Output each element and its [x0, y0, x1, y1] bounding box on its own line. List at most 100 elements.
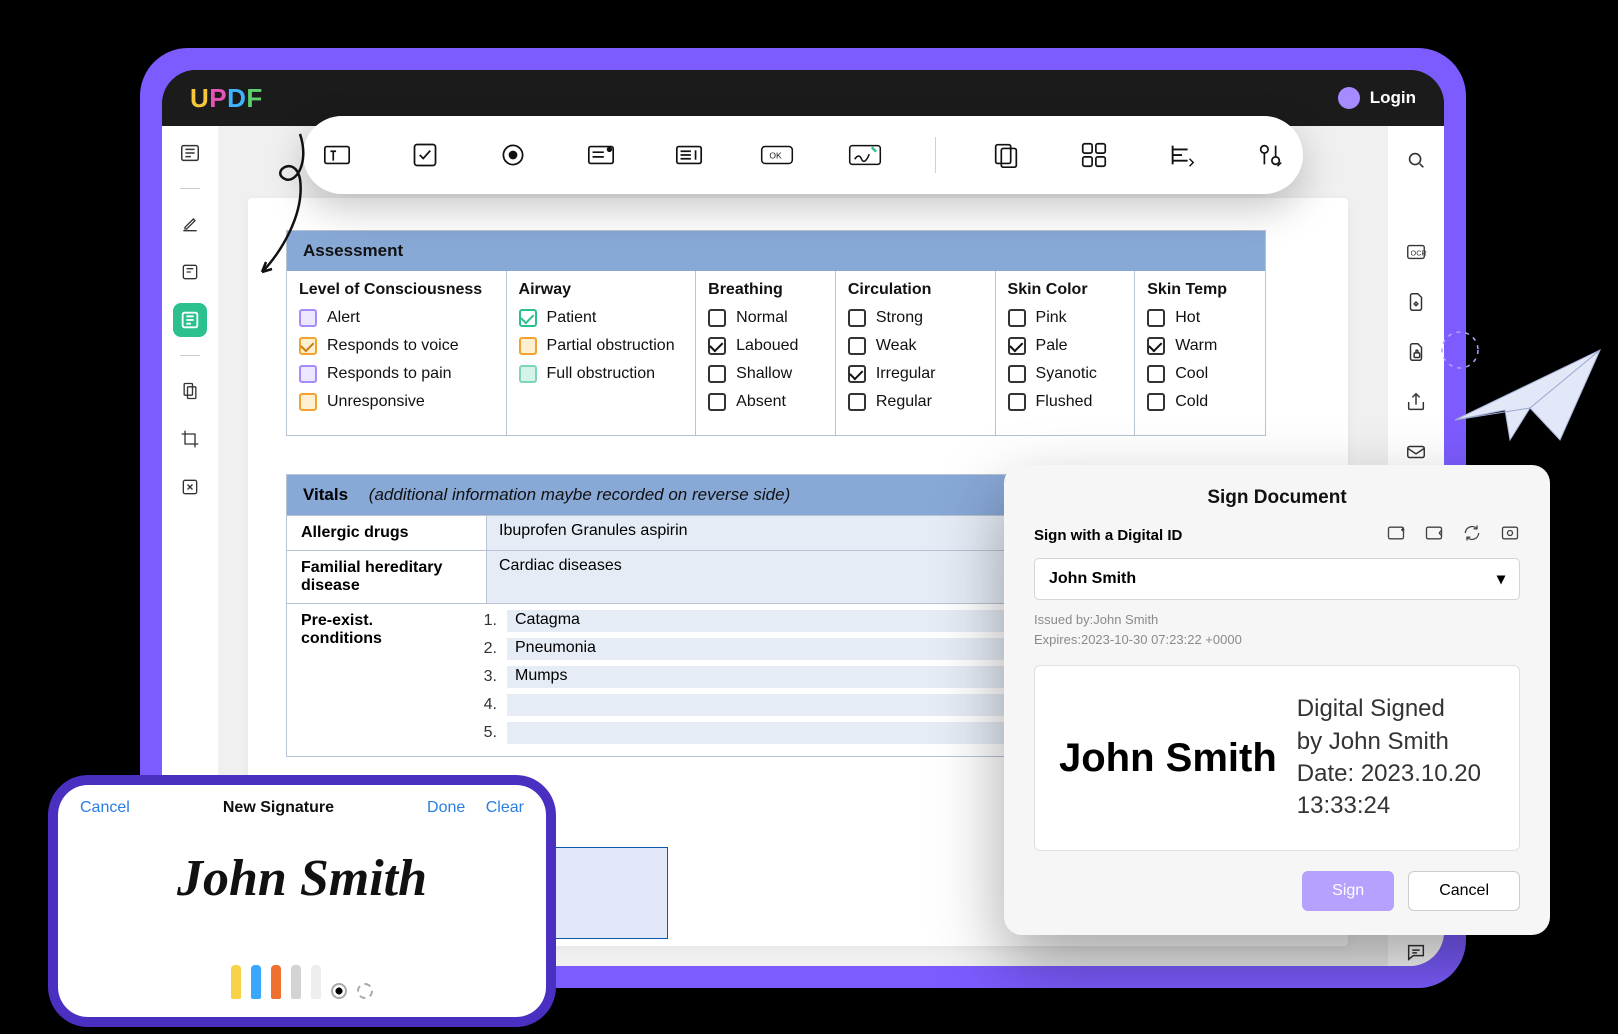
- checkbox-option[interactable]: Pink: [1008, 309, 1123, 327]
- checkbox-icon[interactable]: [1008, 337, 1026, 355]
- grid-icon[interactable]: [1076, 137, 1112, 173]
- option-label: Responds to pain: [327, 365, 452, 383]
- preview-icon[interactable]: [1500, 523, 1520, 548]
- convert-icon[interactable]: [173, 470, 207, 504]
- new-id-icon[interactable]: [1386, 523, 1406, 548]
- checkbox-option[interactable]: Cool: [1147, 365, 1253, 383]
- login-button[interactable]: Login: [1338, 87, 1416, 109]
- checkbox-option[interactable]: Strong: [848, 309, 983, 327]
- duplicate-icon[interactable]: [988, 137, 1024, 173]
- button-icon[interactable]: OK: [759, 137, 795, 173]
- checkbox-icon[interactable]: [519, 337, 537, 355]
- checkbox-icon[interactable]: [708, 337, 726, 355]
- organize-icon[interactable]: [173, 374, 207, 408]
- annotate-icon[interactable]: [173, 255, 207, 289]
- cancel-button[interactable]: Cancel: [80, 799, 130, 817]
- mobile-pen-toolbar: [58, 965, 546, 999]
- checkbox-icon[interactable]: [848, 393, 866, 411]
- color-swatch-icon[interactable]: [331, 983, 347, 999]
- vitals-row-label: Allergic drugs: [287, 516, 487, 550]
- checkbox-option[interactable]: Regular: [848, 393, 983, 411]
- checkbox-option[interactable]: Unresponsive: [299, 393, 494, 411]
- checkbox-option[interactable]: Weak: [848, 337, 983, 355]
- option-label: Unresponsive: [327, 393, 425, 411]
- checkbox-option[interactable]: Patient: [519, 309, 684, 327]
- checkbox-icon[interactable]: [299, 309, 317, 327]
- checkbox-icon[interactable]: [848, 337, 866, 355]
- checkbox-option[interactable]: Partial obstruction: [519, 337, 684, 355]
- chevron-down-icon: ▾: [1497, 569, 1505, 589]
- checkbox-icon[interactable]: [299, 337, 317, 355]
- lock-icon[interactable]: [1402, 338, 1430, 366]
- mail-icon[interactable]: [1402, 438, 1430, 466]
- share-icon[interactable]: [1402, 388, 1430, 416]
- search-icon[interactable]: [1402, 146, 1430, 174]
- checkbox-icon[interactable]: [407, 137, 443, 173]
- checkbox-icon[interactable]: [708, 393, 726, 411]
- checkbox-option[interactable]: Cold: [1147, 393, 1253, 411]
- checkbox-option[interactable]: Pale: [1008, 337, 1123, 355]
- digital-id-select[interactable]: John Smith ▾: [1034, 558, 1520, 600]
- checkbox-option[interactable]: Flushed: [1008, 393, 1123, 411]
- checkbox-option[interactable]: Alert: [299, 309, 494, 327]
- checkbox-option[interactable]: Full obstruction: [519, 365, 684, 383]
- checkbox-icon[interactable]: [1008, 309, 1026, 327]
- listbox-icon[interactable]: [671, 137, 707, 173]
- tools-icon[interactable]: [1252, 137, 1288, 173]
- checkbox-option[interactable]: Absent: [708, 393, 823, 411]
- pen-orange-icon[interactable]: [271, 965, 281, 999]
- crop-icon[interactable]: [173, 422, 207, 456]
- checkbox-icon[interactable]: [848, 365, 866, 383]
- chat-icon[interactable]: [1402, 938, 1430, 966]
- align-icon[interactable]: [1164, 137, 1200, 173]
- pen-blue-icon[interactable]: [251, 965, 261, 999]
- refresh-icon[interactable]: [1462, 523, 1482, 548]
- checkbox-option[interactable]: Warm: [1147, 337, 1253, 355]
- checkbox-icon[interactable]: [519, 309, 537, 327]
- signature-icon[interactable]: [847, 137, 883, 173]
- checkbox-icon[interactable]: [1147, 337, 1165, 355]
- sign-document-dialog: Sign Document Sign with a Digital ID Joh…: [1004, 465, 1550, 935]
- ocr-icon[interactable]: OCR: [1402, 238, 1430, 266]
- pen-gray-icon[interactable]: [291, 965, 301, 999]
- form-icon[interactable]: [173, 303, 207, 337]
- radio-icon[interactable]: [495, 137, 531, 173]
- checkbox-icon[interactable]: [1147, 365, 1165, 383]
- checkbox-icon[interactable]: [1008, 393, 1026, 411]
- checkbox-option[interactable]: Normal: [708, 309, 823, 327]
- add-color-icon[interactable]: [357, 983, 373, 999]
- import-id-icon[interactable]: [1424, 523, 1444, 548]
- checkbox-icon[interactable]: [1147, 309, 1165, 327]
- pen-yellow-icon[interactable]: [231, 965, 241, 999]
- checkbox-icon[interactable]: [519, 365, 537, 383]
- sign-button[interactable]: Sign: [1302, 871, 1394, 911]
- checkbox-option[interactable]: Hot: [1147, 309, 1253, 327]
- checkbox-icon[interactable]: [848, 309, 866, 327]
- option-label: Pink: [1036, 309, 1067, 327]
- cancel-button[interactable]: Cancel: [1408, 871, 1520, 911]
- edit-icon[interactable]: [173, 207, 207, 241]
- paper-plane-icon: [1440, 330, 1610, 460]
- checkbox-icon[interactable]: [708, 365, 726, 383]
- checkbox-option[interactable]: Shallow: [708, 365, 823, 383]
- clear-button[interactable]: Clear: [486, 799, 524, 816]
- checkbox-option[interactable]: Laboued: [708, 337, 823, 355]
- checkbox-icon[interactable]: [299, 393, 317, 411]
- checkbox-option[interactable]: Irregular: [848, 365, 983, 383]
- checkbox-icon[interactable]: [1008, 365, 1026, 383]
- option-label: Laboued: [736, 337, 798, 355]
- checkbox-option[interactable]: Syanotic: [1008, 365, 1123, 383]
- checkbox-icon[interactable]: [708, 309, 726, 327]
- assessment-column: Skin TempHotWarmCoolCold: [1135, 271, 1265, 435]
- signature-canvas[interactable]: John Smith: [58, 849, 546, 908]
- ai-icon[interactable]: [1402, 288, 1430, 316]
- checkbox-option[interactable]: Responds to voice: [299, 337, 494, 355]
- eraser-icon[interactable]: [311, 965, 321, 999]
- checkbox-option[interactable]: Responds to pain: [299, 365, 494, 383]
- checkbox-icon[interactable]: [299, 365, 317, 383]
- option-label: Syanotic: [1036, 365, 1097, 383]
- checkbox-icon[interactable]: [1147, 393, 1165, 411]
- dropdown-icon[interactable]: [583, 137, 619, 173]
- done-button[interactable]: Done: [427, 799, 465, 816]
- read-icon[interactable]: [173, 136, 207, 170]
